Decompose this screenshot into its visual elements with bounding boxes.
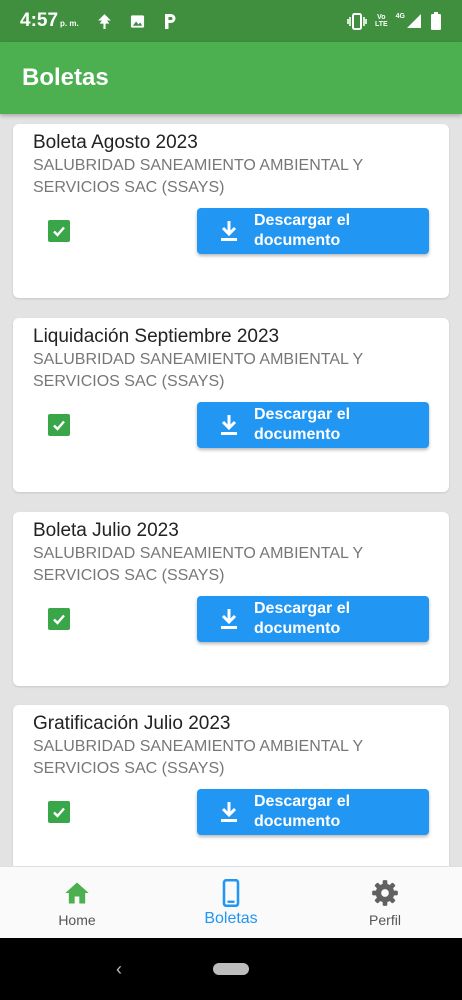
signal-icon	[407, 14, 421, 28]
bottom-nav: Home Boletas Perfil	[0, 866, 462, 938]
check-icon	[53, 226, 65, 237]
image-icon	[130, 14, 145, 28]
battery-icon	[431, 12, 441, 30]
nav-label-boletas: Boletas	[204, 910, 258, 927]
download-icon	[221, 415, 237, 435]
card-checkbox[interactable]	[48, 220, 70, 242]
volte-lte-indicator: Vo LTE	[375, 14, 388, 28]
signal-indicator: 4G	[396, 13, 422, 29]
boleta-card: Gratificación Julio 2023 SALUBRIDAD SANE…	[13, 705, 449, 866]
download-button-label: Descargar el documento	[254, 406, 351, 443]
boleta-card: Boleta Julio 2023 SALUBRIDAD SANEAMIENTO…	[13, 512, 449, 686]
card-company: SALUBRIDAD SANEAMIENTO AMBIENTAL Y SERVI…	[33, 157, 363, 196]
card-title: Gratificación Julio 2023	[33, 713, 231, 734]
card-title: Liquidación Septiembre 2023	[33, 326, 280, 347]
status-time: 4:57 p. m.	[20, 10, 79, 32]
card-checkbox[interactable]	[48, 608, 70, 630]
phone-icon	[222, 879, 240, 907]
status-notification-icons	[96, 12, 178, 30]
download-icon	[221, 802, 237, 822]
nav-item-boletas[interactable]: Boletas	[154, 867, 308, 939]
card-company: SALUBRIDAD SANEAMIENTO AMBIENTAL Y SERVI…	[33, 545, 363, 584]
check-icon	[53, 614, 65, 625]
home-icon	[65, 882, 89, 904]
app-bar: Boletas	[0, 42, 462, 114]
card-title: Boleta Agosto 2023	[33, 132, 198, 153]
download-button[interactable]: Descargar el documento	[197, 402, 429, 448]
download-button-label: Descargar el documento	[254, 793, 351, 830]
back-icon[interactable]: ‹	[116, 960, 122, 978]
card-checkbox[interactable]	[48, 801, 70, 823]
download-button-label: Descargar el documento	[254, 600, 351, 637]
boleta-card: Liquidación Septiembre 2023 SALUBRIDAD S…	[13, 318, 449, 492]
card-checkbox[interactable]	[48, 414, 70, 436]
download-icon	[221, 609, 237, 629]
status-bar: 4:57 p. m. Vo LTE 4G	[0, 0, 462, 42]
check-icon	[53, 420, 65, 431]
page-title: Boletas	[22, 64, 109, 91]
download-icon	[221, 221, 237, 241]
download-button-label: Descargar el documento	[254, 212, 351, 249]
nav-item-home[interactable]: Home	[0, 867, 154, 939]
card-company: SALUBRIDAD SANEAMIENTO AMBIENTAL Y SERVI…	[33, 738, 363, 777]
card-title: Boleta Julio 2023	[33, 520, 179, 541]
gear-icon	[372, 880, 398, 906]
status-ampm: p. m.	[60, 19, 79, 28]
nav-label-home: Home	[58, 912, 96, 928]
download-button[interactable]: Descargar el documento	[197, 789, 429, 835]
status-time-value: 4:57	[20, 10, 59, 31]
app-notification-icon	[98, 13, 111, 29]
boleta-card: Boleta Agosto 2023 SALUBRIDAD SANEAMIENT…	[13, 124, 449, 298]
nav-item-perfil[interactable]: Perfil	[308, 867, 462, 939]
network-4g-label: 4G	[395, 13, 405, 20]
card-company: SALUBRIDAD SANEAMIENTO AMBIENTAL Y SERVI…	[33, 351, 363, 390]
lte-label: LTE	[374, 21, 388, 28]
download-button[interactable]: Descargar el documento	[197, 208, 429, 254]
volte-label: Vo	[377, 14, 386, 21]
boletas-list[interactable]: Boleta Agosto 2023 SALUBRIDAD SANEAMIENT…	[0, 114, 462, 866]
status-system-icons: Vo LTE 4G	[347, 12, 442, 30]
download-button[interactable]: Descargar el documento	[197, 596, 429, 642]
system-nav-bar: ‹	[0, 938, 462, 1000]
nav-label-perfil: Perfil	[369, 912, 401, 928]
check-icon	[53, 807, 65, 818]
parking-icon	[165, 14, 176, 29]
home-pill[interactable]	[213, 963, 249, 975]
vibrate-icon	[347, 12, 367, 30]
